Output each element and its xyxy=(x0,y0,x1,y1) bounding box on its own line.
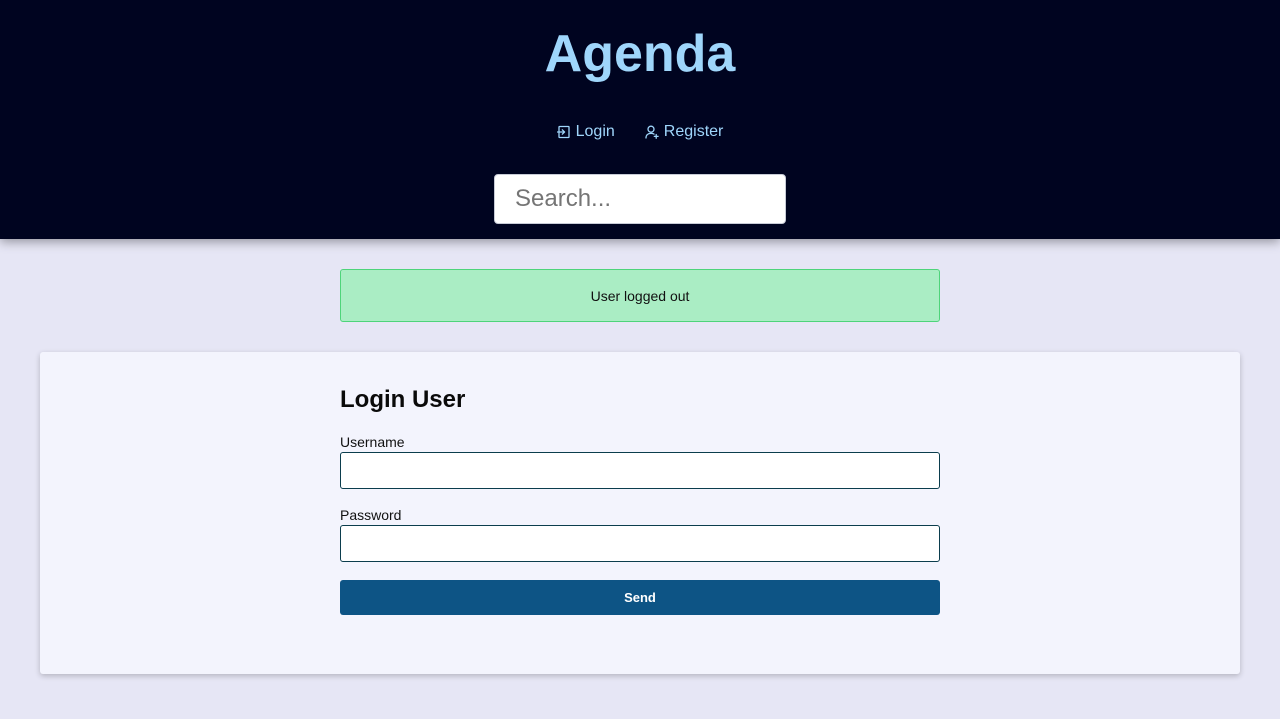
search-input[interactable] xyxy=(494,174,786,224)
user-plus-icon xyxy=(645,125,659,139)
username-field[interactable] xyxy=(340,452,940,489)
nav-login-link[interactable]: Login xyxy=(556,120,615,144)
login-card: Login User Username Password Send xyxy=(40,352,1240,674)
username-label: Username xyxy=(340,434,405,450)
nav-register-label: Register xyxy=(663,123,724,140)
send-button[interactable]: Send xyxy=(340,580,940,615)
site-brand[interactable]: Agenda xyxy=(0,24,1280,84)
site-header: Agenda Login Register xyxy=(0,0,1280,239)
password-label: Password xyxy=(340,507,402,523)
nav-login-label: Login xyxy=(575,123,615,140)
login-form: Login User Username Password Send xyxy=(340,386,940,615)
password-field[interactable] xyxy=(340,525,940,562)
login-icon xyxy=(556,125,571,139)
nav-register-link[interactable]: Register xyxy=(645,120,724,144)
main-nav: Login Register xyxy=(0,120,1280,144)
alert-message: User logged out xyxy=(590,287,690,304)
form-title: Login User xyxy=(340,386,466,413)
flash-alert: User logged out xyxy=(340,269,940,322)
